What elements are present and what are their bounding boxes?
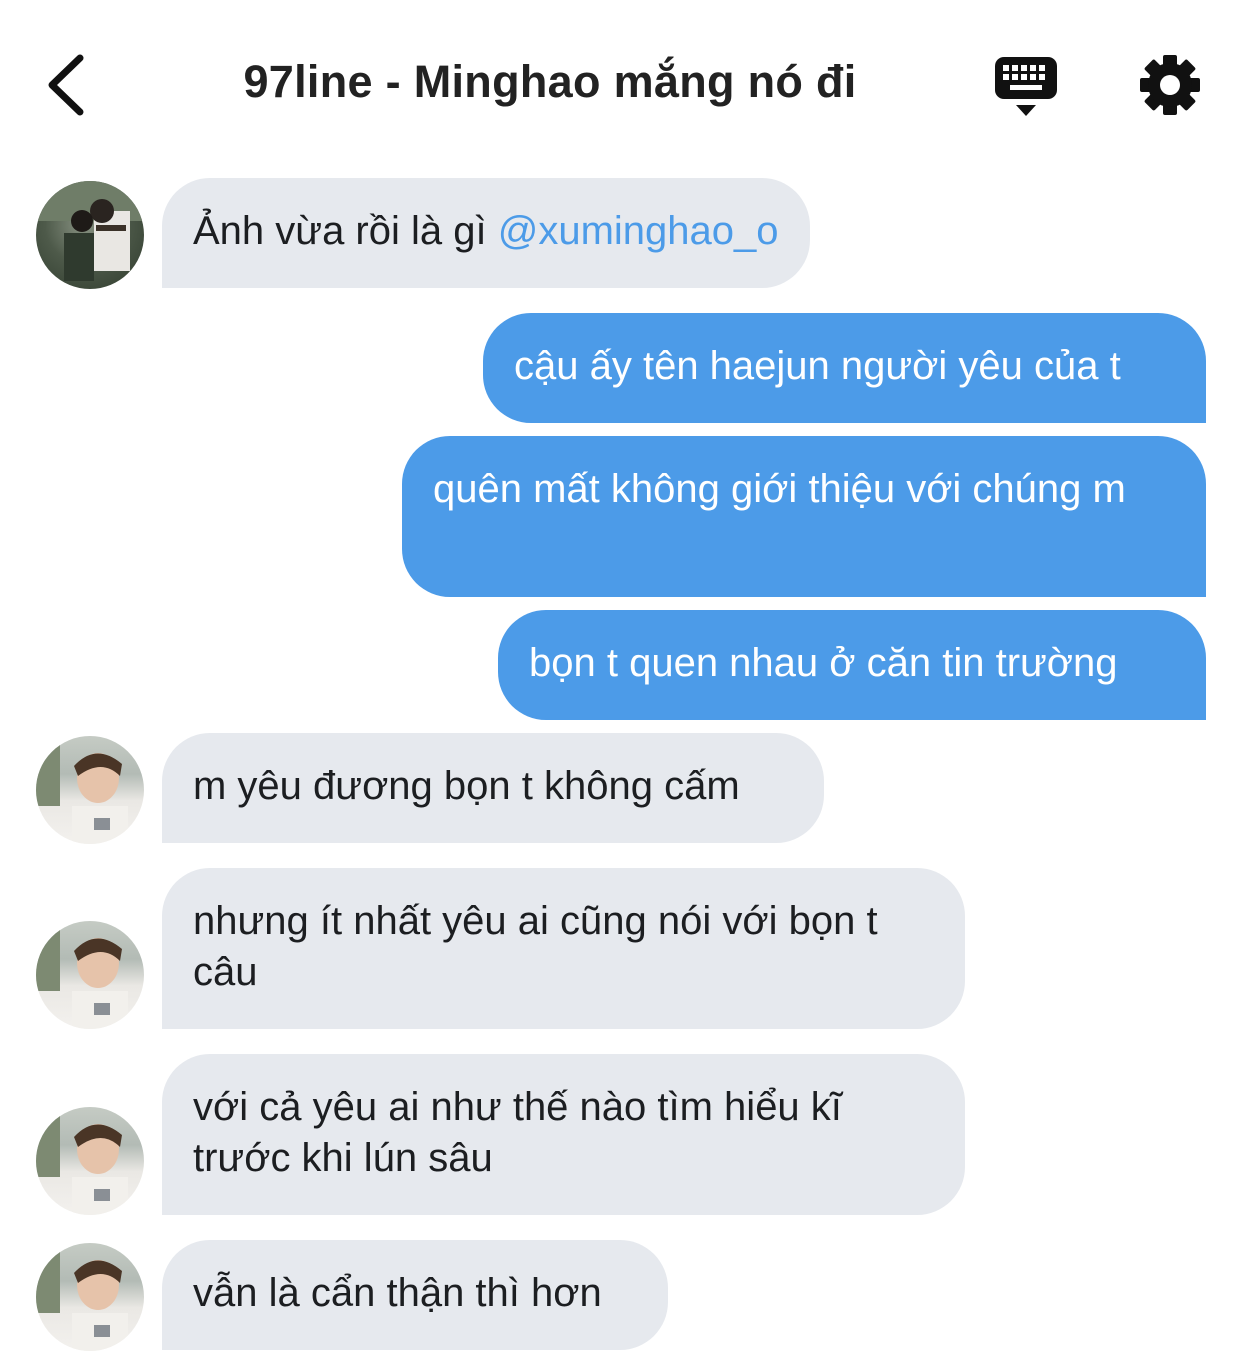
message-bubble[interactable]: cậu ấy tên haejun người yêu của t [483,313,1206,423]
message-text: m yêu đương bọn t không cấm [193,764,740,808]
message-text: cậu ấy tên haejun người yêu của t [514,344,1121,388]
avatar[interactable] [36,1107,144,1215]
gear-icon [1140,55,1200,115]
message-bubble[interactable]: với cả yêu ai như thế nào tìm hiểu kĩ tr… [162,1054,965,1215]
message-bubble[interactable]: vẫn là cẩn thận thì hơn [162,1240,668,1350]
message-bubble[interactable]: bọn t quen nhau ở căn tin trường [498,610,1206,720]
chevron-left-icon [48,54,84,116]
message-text: vẫn là cẩn thận thì hơn [193,1271,602,1315]
user-mention-link[interactable]: @xuminghao_o [498,209,779,253]
keyboard-icon [995,57,1057,116]
message-text: Ảnh vừa rồi là gì [193,209,498,253]
message-bubble[interactable]: quên mất không giới thiệu với chúng m [402,436,1206,597]
avatar[interactable] [36,181,144,289]
chat-title: 97line - Minghao mắng nó đi [243,56,857,107]
message-text: bọn t quen nhau ở căn tin trường [529,641,1118,685]
message-text: quên mất không giới thiệu với chúng m [433,467,1126,511]
avatar[interactable] [36,1243,144,1351]
message-text: với cả yêu ai như thế nào tìm hiểu kĩ tr… [193,1085,842,1180]
message-text: nhưng ít nhất yêu ai cũng nói với bọn t … [193,899,878,994]
avatar[interactable] [36,736,144,844]
chat-header: 97line - Minghao mắng nó đi [0,0,1242,170]
message-bubble[interactable]: Ảnh vừa rồi là gì @xuminghao_o [162,178,810,288]
message-bubble[interactable]: m yêu đương bọn t không cấm [162,733,824,843]
avatar[interactable] [36,921,144,1029]
keyboard-button[interactable] [993,55,1059,119]
settings-button[interactable] [1138,53,1202,117]
back-button[interactable] [38,52,98,118]
message-bubble[interactable]: nhưng ít nhất yêu ai cũng nói với bọn t … [162,868,965,1029]
